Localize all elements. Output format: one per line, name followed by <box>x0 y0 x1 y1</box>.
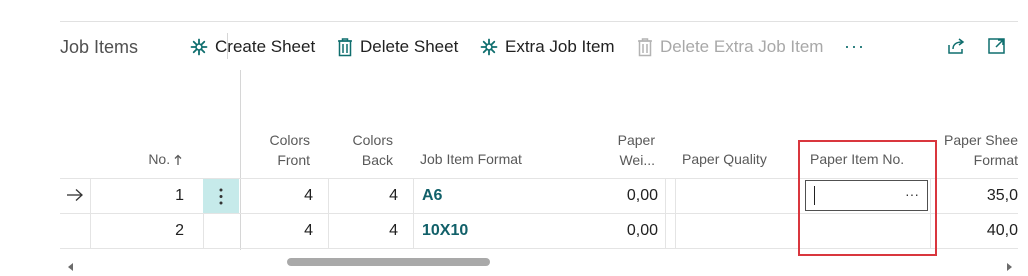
header-no-label: No. <box>148 151 171 167</box>
cell-divider <box>90 178 91 249</box>
cell-job-item-format-link[interactable]: 10X10 <box>422 221 468 241</box>
scroll-right-icon[interactable] <box>1006 258 1012 276</box>
extra-job-item-button[interactable]: Extra Job Item <box>480 36 615 58</box>
header-job-item-format[interactable]: Job Item Format <box>420 149 570 169</box>
header-paper-sheet-format-line2: Format <box>973 152 1018 168</box>
cell-paper-sheet-format[interactable]: 35,0 <box>938 186 1018 206</box>
header-paper-quality[interactable]: Paper Quality <box>682 149 792 169</box>
horizontal-scrollbar[interactable] <box>60 254 1018 271</box>
page-title: Job Items <box>60 37 139 57</box>
header-paper-weight-line1: Paper <box>617 132 655 148</box>
scrollbar-thumb[interactable] <box>287 258 490 266</box>
create-sheet-button[interactable]: Create Sheet <box>190 36 315 58</box>
cell-paper-sheet-format[interactable]: 40,0 <box>938 221 1018 241</box>
highlight-box <box>798 140 937 256</box>
header-colors-back-line2: Back <box>361 152 393 168</box>
header-paper-weight[interactable]: Paper Wei... <box>580 130 655 170</box>
header-colors-back[interactable]: Colors Back <box>330 130 393 170</box>
more-actions-button[interactable]: ··· <box>844 36 865 57</box>
trash-icon <box>637 37 653 57</box>
header-colors-front[interactable]: Colors Front <box>240 130 310 170</box>
job-items-grid: No. Colors Front Colors Back Job Item Fo… <box>60 70 1018 256</box>
toolbar: Job Items Create Sheet Delete Sheet Extr… <box>60 28 1028 64</box>
cell-paper-weight[interactable]: 0,00 <box>580 186 658 206</box>
delete-sheet-button[interactable]: Delete Sheet <box>337 36 458 58</box>
cell-divider <box>328 178 329 249</box>
header-colors-front-line2: Front <box>277 152 310 168</box>
cell-colors-front[interactable]: 4 <box>245 221 313 241</box>
cell-colors-back[interactable]: 4 <box>332 221 398 241</box>
extra-job-item-label: Extra Job Item <box>505 37 615 56</box>
header-no[interactable]: No. <box>94 149 182 170</box>
sparkle-icon <box>190 38 208 56</box>
cell-divider <box>675 178 676 249</box>
delete-extra-job-item-button[interactable]: Delete Extra Job Item <box>637 36 823 58</box>
header-colors-front-line1: Colors <box>269 132 310 148</box>
create-sheet-label: Create Sheet <box>215 37 316 56</box>
header-paper-weight-line2: Wei... <box>619 152 655 168</box>
row-actions-button[interactable] <box>203 179 239 213</box>
header-paper-sheet-format[interactable]: Paper Shee Format <box>938 130 1018 170</box>
cell-no[interactable]: 2 <box>94 221 184 241</box>
header-paper-sheet-format-line1: Paper Shee <box>944 132 1018 148</box>
header-colors-back-line1: Colors <box>352 132 393 148</box>
trash-icon <box>337 37 353 57</box>
expand-icon[interactable] <box>987 36 1007 61</box>
current-row-arrow-icon <box>66 188 84 207</box>
sort-ascending-icon <box>174 150 182 170</box>
delete-sheet-label: Delete Sheet <box>360 37 459 56</box>
cell-no[interactable]: 1 <box>94 186 184 206</box>
top-divider <box>60 21 1018 22</box>
cell-colors-front[interactable]: 4 <box>245 186 313 206</box>
sparkle-icon <box>480 38 498 56</box>
vertical-ellipsis-icon <box>219 188 223 210</box>
cell-paper-weight[interactable]: 0,00 <box>580 221 658 241</box>
cell-divider <box>413 178 414 249</box>
cell-colors-back[interactable]: 4 <box>332 186 398 206</box>
delete-extra-job-item-label: Delete Extra Job Item <box>660 37 824 56</box>
cell-job-item-format-link[interactable]: A6 <box>422 186 442 206</box>
cell-divider <box>665 178 666 249</box>
scroll-left-icon[interactable] <box>68 258 74 276</box>
share-icon[interactable] <box>946 36 966 61</box>
